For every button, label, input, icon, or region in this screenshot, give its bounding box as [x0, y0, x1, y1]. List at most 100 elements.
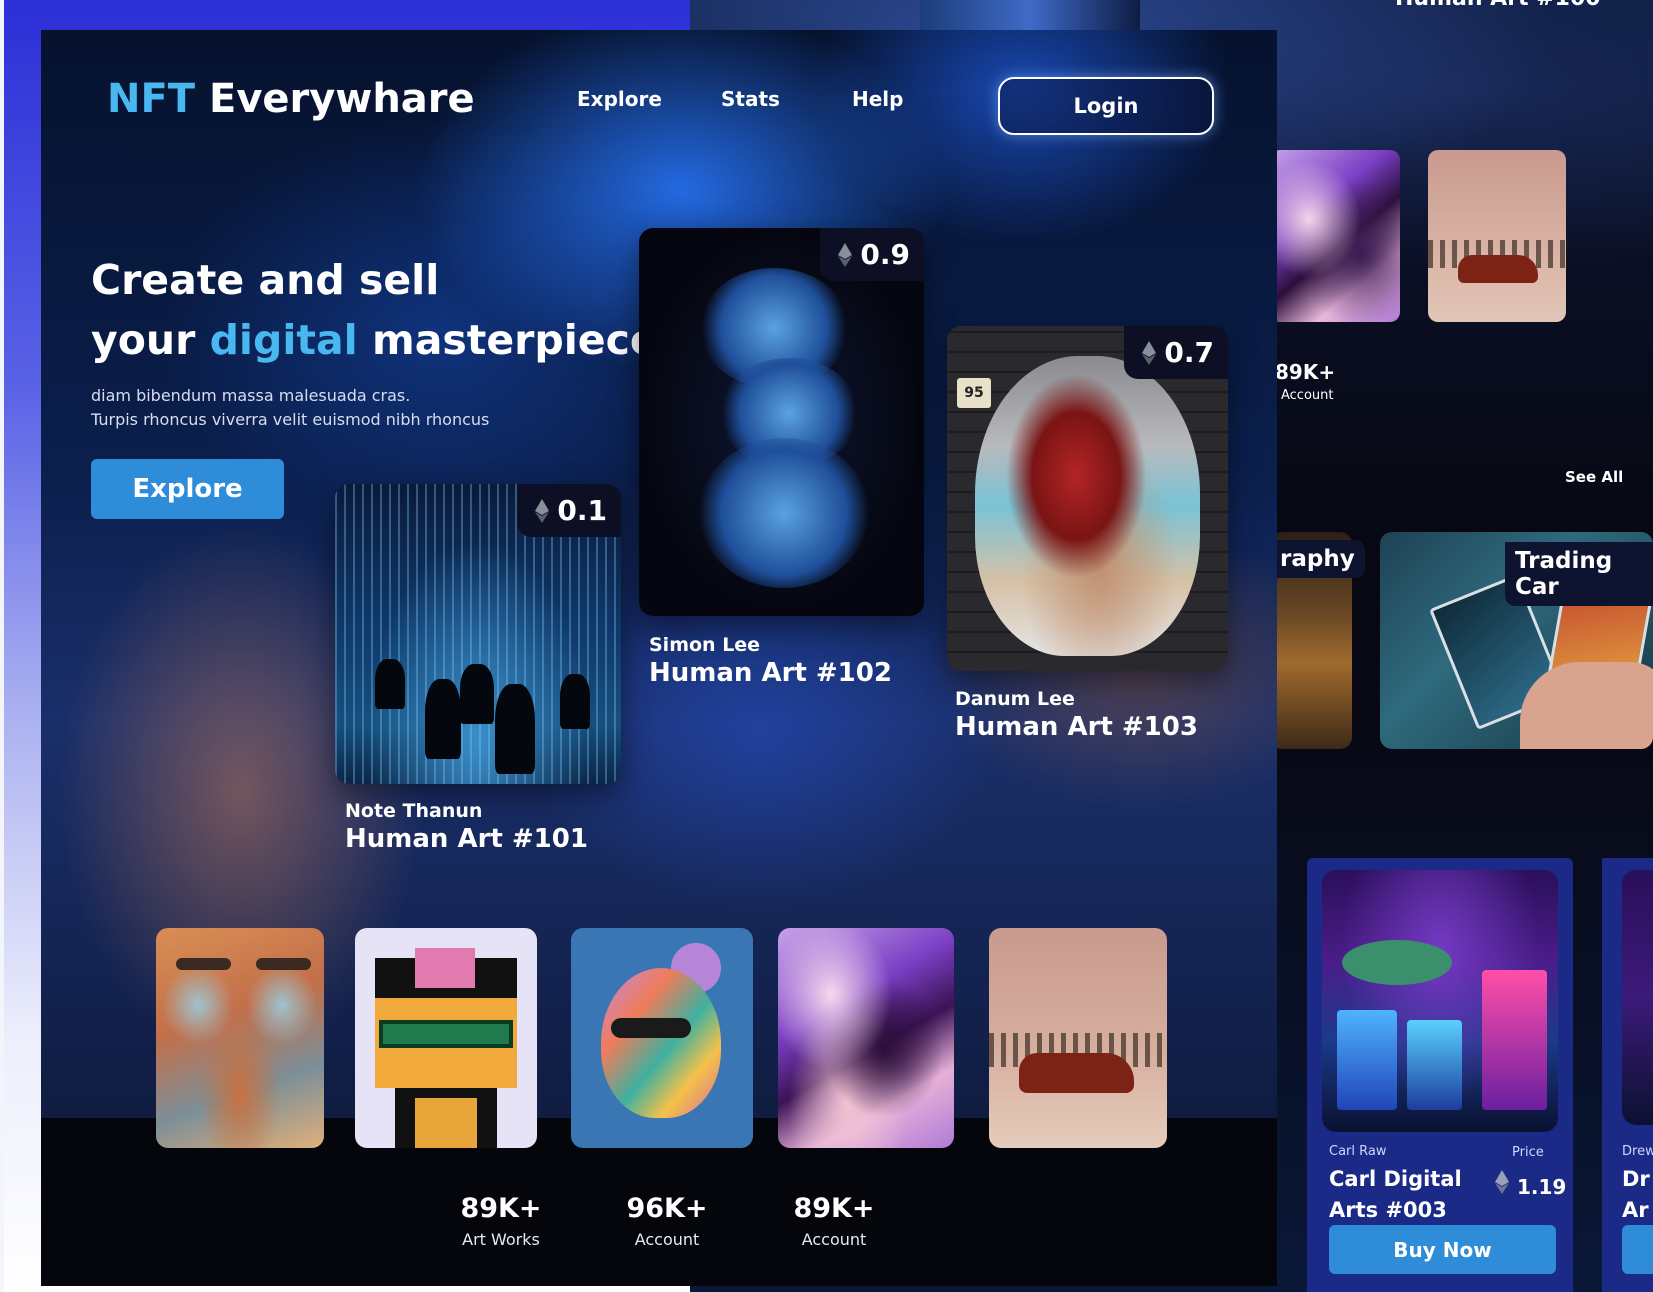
nft-creator: Simon Lee — [649, 634, 761, 656]
nft-card-102[interactable]: 0.9 — [639, 228, 924, 616]
hero-title-line1: Create and sell — [91, 256, 440, 304]
explore-button[interactable]: Explore — [91, 459, 284, 519]
arcade-machine-decoration — [1407, 1020, 1462, 1110]
hero-title: Create and sell your digital masterpiece — [91, 250, 658, 370]
arcade-machine-decoration — [1482, 970, 1547, 1110]
hero-description-line: Turpis rhoncus viverra velit euismod nib… — [91, 410, 490, 429]
face-artwork — [975, 356, 1200, 656]
nft-creator: Note Thanun — [345, 800, 483, 822]
background-peek-image — [920, 0, 1140, 30]
price-tag: 0.9 — [820, 228, 924, 281]
arcade-machine-decoration — [1337, 1010, 1397, 1110]
nav-help[interactable]: Help — [852, 87, 903, 111]
hero-title-accent: digital — [209, 316, 358, 364]
see-all-link[interactable]: See All — [1565, 468, 1623, 486]
logo[interactable]: NFT Everywhare — [107, 76, 475, 122]
figure-decoration — [495, 684, 535, 774]
brow-decoration — [256, 958, 311, 970]
price-tag: 0.7 — [1124, 326, 1228, 379]
buy-card-title: Carl Digital Arts #003 — [1329, 1167, 1462, 1222]
ethereum-icon — [1495, 1170, 1509, 1199]
background-peek-title: Human Art #100 — [1395, 0, 1601, 11]
car-decoration — [1019, 1053, 1134, 1093]
price-tag: 0.1 — [517, 484, 621, 537]
pixel-bow-decoration — [415, 948, 475, 988]
buy-card-price-label: Price — [1512, 1145, 1544, 1160]
nft-caption-101: Note Thanun Human Art #101 — [345, 800, 588, 854]
hero-description-line: diam bibendum massa malesuada cras. — [91, 386, 411, 405]
login-button[interactable]: Login — [998, 77, 1214, 135]
logo-accent: NFT — [107, 76, 196, 122]
buy-now-button[interactable]: Buy Now — [1329, 1225, 1556, 1274]
ethereum-icon — [535, 498, 550, 523]
background-marble-thumbnail[interactable] — [1270, 150, 1400, 322]
logo-text: Everywhare — [209, 76, 475, 122]
car-decoration — [1458, 255, 1538, 283]
nav-explore[interactable]: Explore — [577, 87, 662, 111]
ethereum-icon — [838, 242, 853, 267]
stat-value: 89K+ — [793, 1193, 875, 1224]
gallery-thumb-car[interactable] — [989, 928, 1167, 1148]
buy-card-partial-title: Dr Ar — [1622, 1164, 1650, 1226]
buy-card-image[interactable] — [1322, 870, 1558, 1132]
figure-decoration — [460, 664, 494, 724]
gallery-thumb-woman[interactable] — [571, 928, 753, 1148]
buy-card: Carl Raw Price Carl Digital Arts #003 1.… — [1307, 858, 1573, 1292]
buy-card-creator: Carl Raw — [1329, 1144, 1387, 1159]
buy-card-partial-button[interactable] — [1622, 1225, 1653, 1274]
price-value: 0.7 — [1164, 336, 1214, 369]
pixel-shirt-decoration — [415, 1098, 477, 1148]
buy-card-price-value: 1.19 — [1517, 1175, 1567, 1199]
stat-label: Art Works — [462, 1230, 540, 1249]
buy-card-partial-title-line: Ar — [1622, 1198, 1649, 1222]
ethereum-icon — [1142, 340, 1157, 365]
nft-creator: Danum Lee — [955, 688, 1075, 710]
background-car-thumbnail[interactable] — [1428, 150, 1566, 322]
buy-card-partial-title-line: Dr — [1622, 1167, 1650, 1191]
sunglasses-decoration — [611, 1018, 691, 1038]
nft-caption-102: Simon Lee Human Art #102 — [649, 634, 892, 688]
stat-account: 96K+ Account — [607, 1193, 727, 1249]
hero-title-prefix: your — [91, 316, 210, 364]
nft-title[interactable]: Human Art #101 — [345, 824, 588, 854]
stat-account: 89K+ Account — [774, 1193, 894, 1249]
nft-title[interactable]: Human Art #102 — [649, 658, 892, 688]
nft-title[interactable]: Human Art #103 — [955, 712, 1198, 742]
background-stat-label: Account — [1281, 388, 1334, 403]
price-value: 0.1 — [557, 494, 607, 527]
background-stat-value: 89K+ — [1275, 360, 1336, 384]
gallery-thumb-pixel-bear[interactable] — [355, 928, 537, 1148]
hero-frame: NFT Everywhare Explore Stats Help Login … — [41, 30, 1277, 1286]
category-label-photography: raphy — [1270, 540, 1365, 578]
stat-value: 96K+ — [626, 1193, 708, 1224]
gallery-thumb-marble[interactable] — [778, 928, 954, 1148]
gallery-thumb-face[interactable] — [156, 928, 324, 1148]
nft-card-101[interactable]: 0.1 — [335, 484, 621, 784]
hero-description: diam bibendum massa malesuada cras. Turp… — [91, 384, 489, 432]
stat-label: Account — [801, 1230, 867, 1249]
buy-card-partial-creator: Drew — [1622, 1144, 1653, 1159]
flower-decoration — [699, 438, 869, 588]
woman-head-decoration — [601, 968, 721, 1118]
stat-label: Account — [634, 1230, 700, 1249]
figure-decoration — [375, 659, 405, 709]
nav-stats[interactable]: Stats — [721, 87, 780, 111]
number-tag: 95 — [957, 378, 991, 408]
buy-card-partial-image[interactable] — [1622, 870, 1653, 1125]
nft-card-103[interactable]: 95 0.7 — [947, 326, 1228, 671]
brow-decoration — [176, 958, 231, 970]
category-label-trading-cards: Trading Car — [1505, 542, 1653, 606]
figure-decoration — [425, 679, 461, 759]
stat-value: 89K+ — [460, 1193, 542, 1224]
nft-caption-103: Danum Lee Human Art #103 — [955, 688, 1198, 742]
background-stat: 89K+ Account — [1275, 360, 1335, 403]
buy-card-price: 1.19 — [1495, 1170, 1566, 1199]
figure-decoration — [560, 674, 590, 729]
price-value: 0.9 — [860, 238, 910, 271]
buy-card-partial: Drew Dr Ar — [1602, 858, 1653, 1292]
stat-art-works: 89K+ Art Works — [441, 1193, 561, 1249]
hero-title-suffix: masterpiece — [357, 316, 658, 364]
pixel-glasses-decoration — [379, 1020, 513, 1048]
hero-title-line2: your digital masterpiece — [91, 310, 658, 370]
fish-decoration — [1342, 940, 1452, 985]
